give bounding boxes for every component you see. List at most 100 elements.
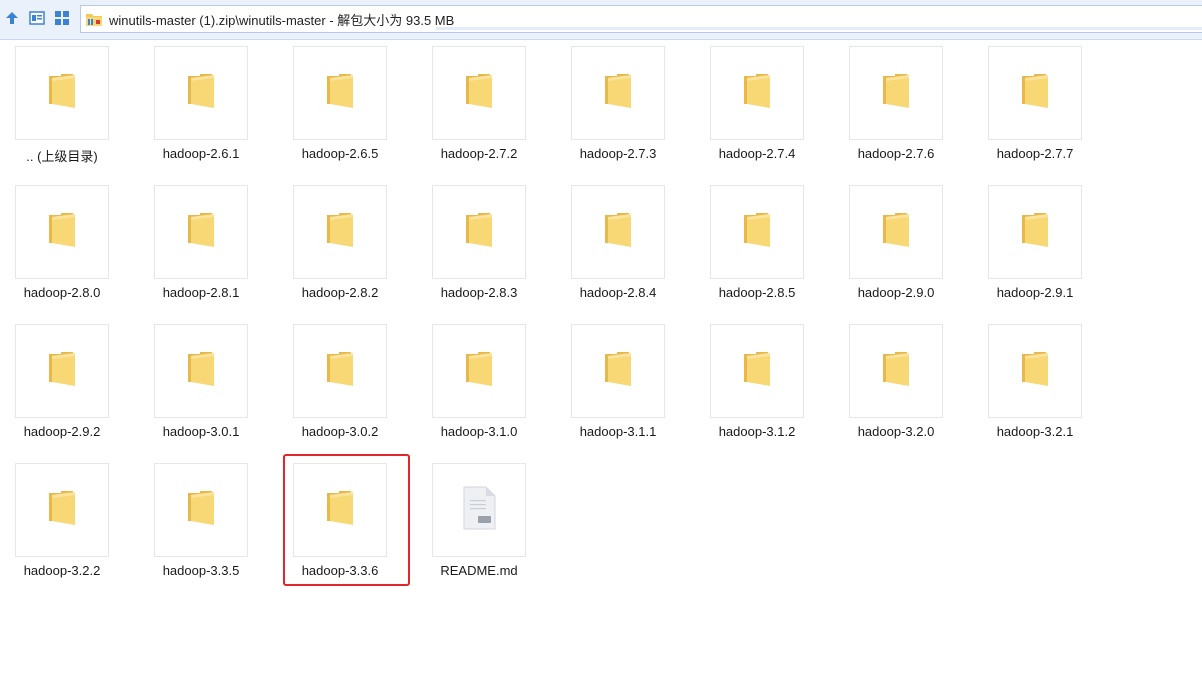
folder-item[interactable]: hadoop-3.0.1 <box>139 324 278 444</box>
folder-item[interactable]: hadoop-2.9.2 <box>0 324 139 444</box>
item-label: hadoop-2.8.5 <box>718 285 796 300</box>
address-bar[interactable]: winutils-master (1).zip\winutils-master … <box>80 5 1202 33</box>
folder-icon <box>47 72 77 115</box>
item-thumbnail <box>154 46 248 140</box>
folder-item[interactable]: hadoop-2.8.4 <box>556 185 695 305</box>
item-thumbnail <box>15 185 109 279</box>
folder-item[interactable]: hadoop-2.9.0 <box>834 185 973 305</box>
folder-icon <box>47 350 77 393</box>
folder-item[interactable]: hadoop-2.7.3 <box>556 46 695 166</box>
item-label: hadoop-3.3.5 <box>162 563 240 578</box>
folder-icon <box>464 350 494 393</box>
item-label: README.md <box>440 563 518 578</box>
folder-icon <box>464 72 494 115</box>
folder-icon <box>1020 72 1050 115</box>
item-thumbnail <box>988 185 1082 279</box>
grid-view-icon[interactable] <box>52 8 72 28</box>
item-label: hadoop-2.8.2 <box>301 285 379 300</box>
folder-icon <box>742 211 772 254</box>
item-thumbnail <box>293 324 387 418</box>
item-label: hadoop-2.8.1 <box>162 285 240 300</box>
item-thumbnail <box>154 185 248 279</box>
folder-icon <box>186 350 216 393</box>
arrow-up-icon[interactable] <box>2 8 22 28</box>
item-label: hadoop-3.1.2 <box>718 424 796 439</box>
folder-icon <box>186 489 216 532</box>
item-thumbnail <box>154 463 248 557</box>
folder-item[interactable]: hadoop-2.8.5 <box>695 185 834 305</box>
window-view-icon[interactable] <box>27 8 47 28</box>
folder-item[interactable]: .. (上级目录) <box>0 46 139 166</box>
folder-item[interactable]: hadoop-2.8.1 <box>139 185 278 305</box>
item-label: hadoop-3.1.0 <box>440 424 518 439</box>
document-icon <box>462 486 496 535</box>
folder-item[interactable]: hadoop-3.2.1 <box>973 324 1112 444</box>
item-thumbnail <box>293 185 387 279</box>
folder-item[interactable]: hadoop-3.3.6 <box>278 463 417 583</box>
folder-icon <box>1020 350 1050 393</box>
folder-icon <box>186 72 216 115</box>
toolbar: winutils-master (1).zip\winutils-master … <box>0 0 1202 40</box>
folder-item[interactable]: hadoop-3.1.1 <box>556 324 695 444</box>
folder-item[interactable]: hadoop-2.7.2 <box>417 46 556 166</box>
address-progress-track <box>436 27 1202 30</box>
folder-item[interactable]: hadoop-2.6.1 <box>139 46 278 166</box>
item-label: hadoop-3.3.6 <box>301 563 379 578</box>
folder-icon <box>742 72 772 115</box>
item-thumbnail <box>571 46 665 140</box>
item-thumbnail <box>432 463 526 557</box>
item-thumbnail <box>571 324 665 418</box>
item-thumbnail <box>432 185 526 279</box>
item-thumbnail <box>849 185 943 279</box>
item-thumbnail <box>710 324 804 418</box>
item-label: hadoop-2.8.3 <box>440 285 518 300</box>
folder-icon <box>186 211 216 254</box>
folder-item[interactable]: hadoop-2.8.2 <box>278 185 417 305</box>
folder-icon <box>742 350 772 393</box>
item-thumbnail <box>293 46 387 140</box>
folder-icon <box>325 489 355 532</box>
folder-icon <box>47 211 77 254</box>
item-label: hadoop-2.9.0 <box>857 285 935 300</box>
item-thumbnail <box>293 463 387 557</box>
zip-folder-icon <box>85 11 103 27</box>
item-label: hadoop-2.6.1 <box>162 146 240 161</box>
folder-icon <box>325 350 355 393</box>
item-thumbnail <box>432 46 526 140</box>
folder-item[interactable]: hadoop-2.7.7 <box>973 46 1112 166</box>
item-label: hadoop-2.7.3 <box>579 146 657 161</box>
item-label: hadoop-2.7.4 <box>718 146 796 161</box>
folder-item[interactable]: hadoop-2.6.5 <box>278 46 417 166</box>
item-label: hadoop-2.9.2 <box>23 424 101 439</box>
item-thumbnail <box>15 46 109 140</box>
item-thumbnail <box>988 46 1082 140</box>
folder-item[interactable]: hadoop-2.7.6 <box>834 46 973 166</box>
folder-item[interactable]: hadoop-2.8.0 <box>0 185 139 305</box>
folder-item[interactable]: hadoop-2.7.4 <box>695 46 834 166</box>
item-thumbnail <box>849 324 943 418</box>
item-label: hadoop-2.8.0 <box>23 285 101 300</box>
folder-icon <box>325 72 355 115</box>
folder-item[interactable]: hadoop-3.0.2 <box>278 324 417 444</box>
item-thumbnail <box>15 463 109 557</box>
folder-item[interactable]: hadoop-3.1.2 <box>695 324 834 444</box>
address-path: winutils-master (1).zip\winutils-master … <box>109 12 455 28</box>
folder-icon <box>603 211 633 254</box>
folder-icon <box>325 211 355 254</box>
item-label: hadoop-2.7.7 <box>996 146 1074 161</box>
item-label: hadoop-2.8.4 <box>579 285 657 300</box>
item-label: hadoop-2.7.2 <box>440 146 518 161</box>
folder-icon <box>603 72 633 115</box>
folder-item[interactable]: hadoop-3.2.0 <box>834 324 973 444</box>
folder-icon <box>881 72 911 115</box>
folder-item[interactable]: hadoop-2.9.1 <box>973 185 1112 305</box>
folder-item[interactable]: hadoop-3.1.0 <box>417 324 556 444</box>
folder-item[interactable]: hadoop-3.3.5 <box>139 463 278 583</box>
folder-icon <box>47 489 77 532</box>
folder-item[interactable]: hadoop-3.2.2 <box>0 463 139 583</box>
folder-item[interactable]: hadoop-2.8.3 <box>417 185 556 305</box>
file-item[interactable]: README.md <box>417 463 556 583</box>
item-label: hadoop-3.1.1 <box>579 424 657 439</box>
item-label: hadoop-3.2.0 <box>857 424 935 439</box>
item-label: hadoop-2.9.1 <box>996 285 1074 300</box>
